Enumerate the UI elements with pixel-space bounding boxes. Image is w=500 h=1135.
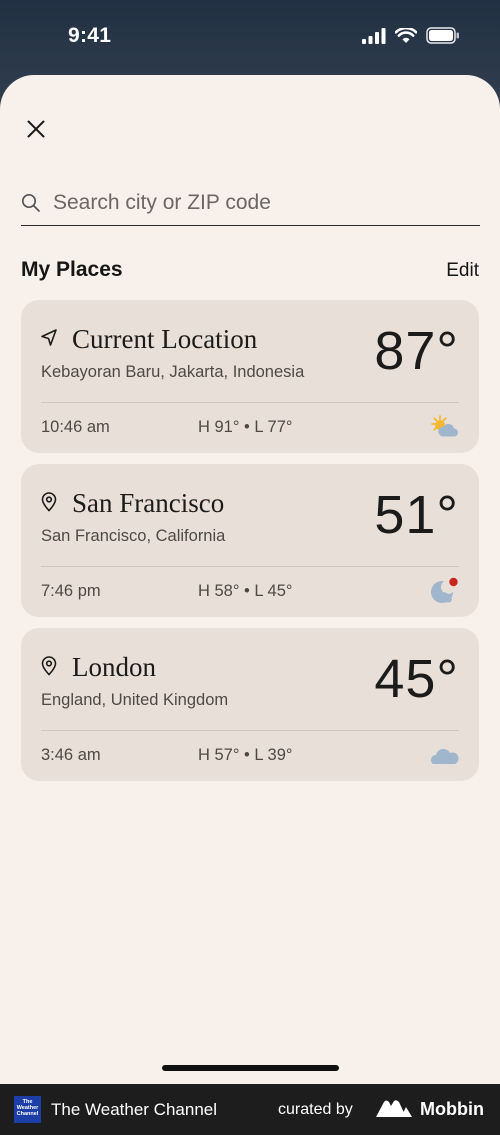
search-icon: [21, 192, 43, 214]
place-card-current-location[interactable]: Current Location Kebayoran Baru, Jakarta…: [21, 300, 479, 453]
status-bar: 9:41: [0, 0, 500, 74]
home-indicator: [162, 1065, 339, 1071]
place-high-low: H 58° • L 45°: [198, 582, 293, 600]
map-pin-icon: [41, 492, 57, 512]
place-region: San Francisco, California: [41, 527, 226, 545]
partly-sunny-icon: [431, 415, 458, 437]
place-region: Kebayoran Baru, Jakarta, Indonesia: [41, 363, 305, 381]
battery-icon: [426, 27, 459, 44]
status-icons: [362, 27, 460, 44]
card-divider: [41, 566, 459, 567]
search-bar[interactable]: [21, 180, 480, 226]
place-name: San Francisco: [72, 488, 225, 518]
edit-button[interactable]: Edit: [446, 260, 479, 282]
status-time: 9:41: [68, 24, 112, 47]
place-high-low: H 57° • L 39°: [198, 746, 293, 764]
location-arrow-icon: [41, 329, 57, 346]
mobbin-label: Mobbin: [420, 1099, 484, 1119]
footer-bar: The Weather Channel The Weather Channel …: [0, 1084, 500, 1135]
mobbin-logo-icon: [376, 1100, 412, 1117]
weather-channel-logo: The Weather Channel: [14, 1096, 41, 1123]
places-sheet: My Places Edit Current Location Kebayora…: [0, 75, 500, 1084]
cloudy-icon: [431, 748, 459, 764]
place-temperature: 87°: [374, 321, 459, 381]
place-name: Current Location: [72, 324, 258, 354]
place-card-london[interactable]: London England, United Kingdom 45° 3:46 …: [21, 628, 479, 781]
search-input[interactable]: [53, 190, 453, 215]
place-card-san-francisco[interactable]: San Francisco San Francisco, California …: [21, 464, 479, 617]
my-places-title: My Places: [21, 258, 123, 281]
signal-icon: [362, 27, 386, 44]
place-temperature: 45°: [374, 649, 459, 709]
card-divider: [41, 402, 459, 403]
place-local-time: 7:46 pm: [41, 582, 101, 600]
place-local-time: 10:46 am: [41, 418, 110, 436]
place-local-time: 3:46 am: [41, 746, 101, 764]
map-pin-icon: [41, 656, 57, 676]
curated-by-label: curated by: [278, 1101, 353, 1118]
night-cloudy-alert-icon: [431, 577, 458, 603]
close-icon: [27, 120, 45, 138]
logo-text: The Weather Channel: [16, 1099, 39, 1117]
place-name: London: [72, 652, 156, 682]
card-divider: [41, 730, 459, 731]
footer-brand: The Weather Channel: [51, 1100, 218, 1119]
wifi-icon: [395, 27, 417, 43]
place-high-low: H 91° • L 77°: [198, 418, 293, 436]
close-button[interactable]: [22, 115, 50, 143]
place-region: England, United Kingdom: [41, 691, 229, 709]
place-temperature: 51°: [374, 485, 459, 545]
